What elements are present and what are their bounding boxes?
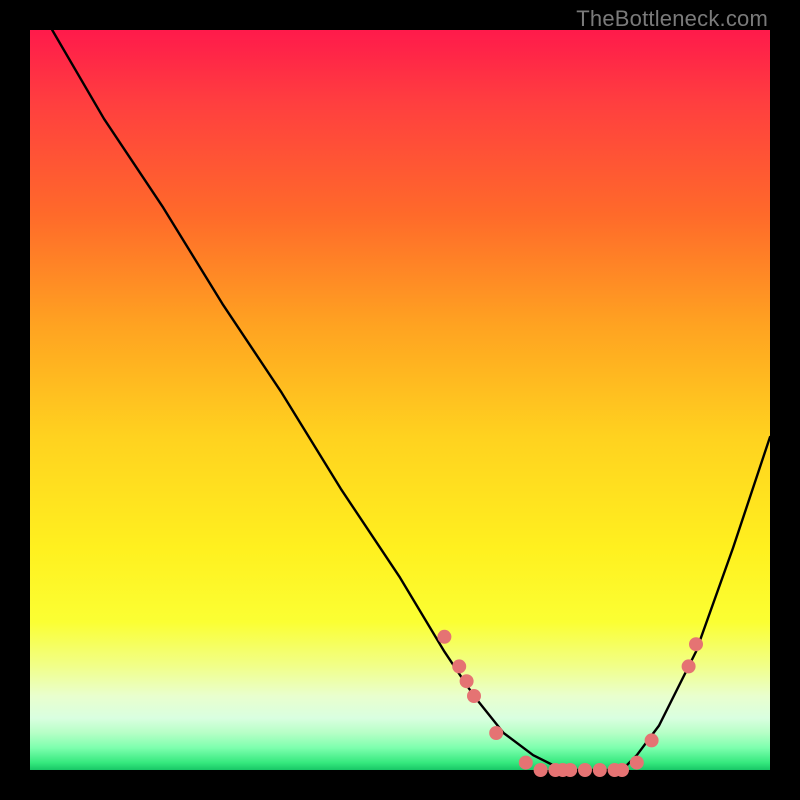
marker-dot: [682, 659, 696, 673]
marker-dot: [645, 733, 659, 747]
marker-dot: [519, 756, 533, 770]
marker-dot: [534, 763, 548, 777]
chart-svg: [30, 30, 770, 770]
chart-frame: TheBottleneck.com: [0, 0, 800, 800]
marker-dot: [578, 763, 592, 777]
marker-dot: [452, 659, 466, 673]
marker-dot: [593, 763, 607, 777]
marker-dots: [437, 630, 703, 777]
marker-dot: [615, 763, 629, 777]
marker-dot: [489, 726, 503, 740]
marker-dot: [563, 763, 577, 777]
marker-dot: [467, 689, 481, 703]
marker-dot: [460, 674, 474, 688]
marker-dot: [689, 637, 703, 651]
watermark-text: TheBottleneck.com: [576, 6, 768, 32]
bottleneck-curve: [52, 30, 770, 770]
marker-dot: [630, 756, 644, 770]
plot-area: [30, 30, 770, 770]
marker-dot: [437, 630, 451, 644]
